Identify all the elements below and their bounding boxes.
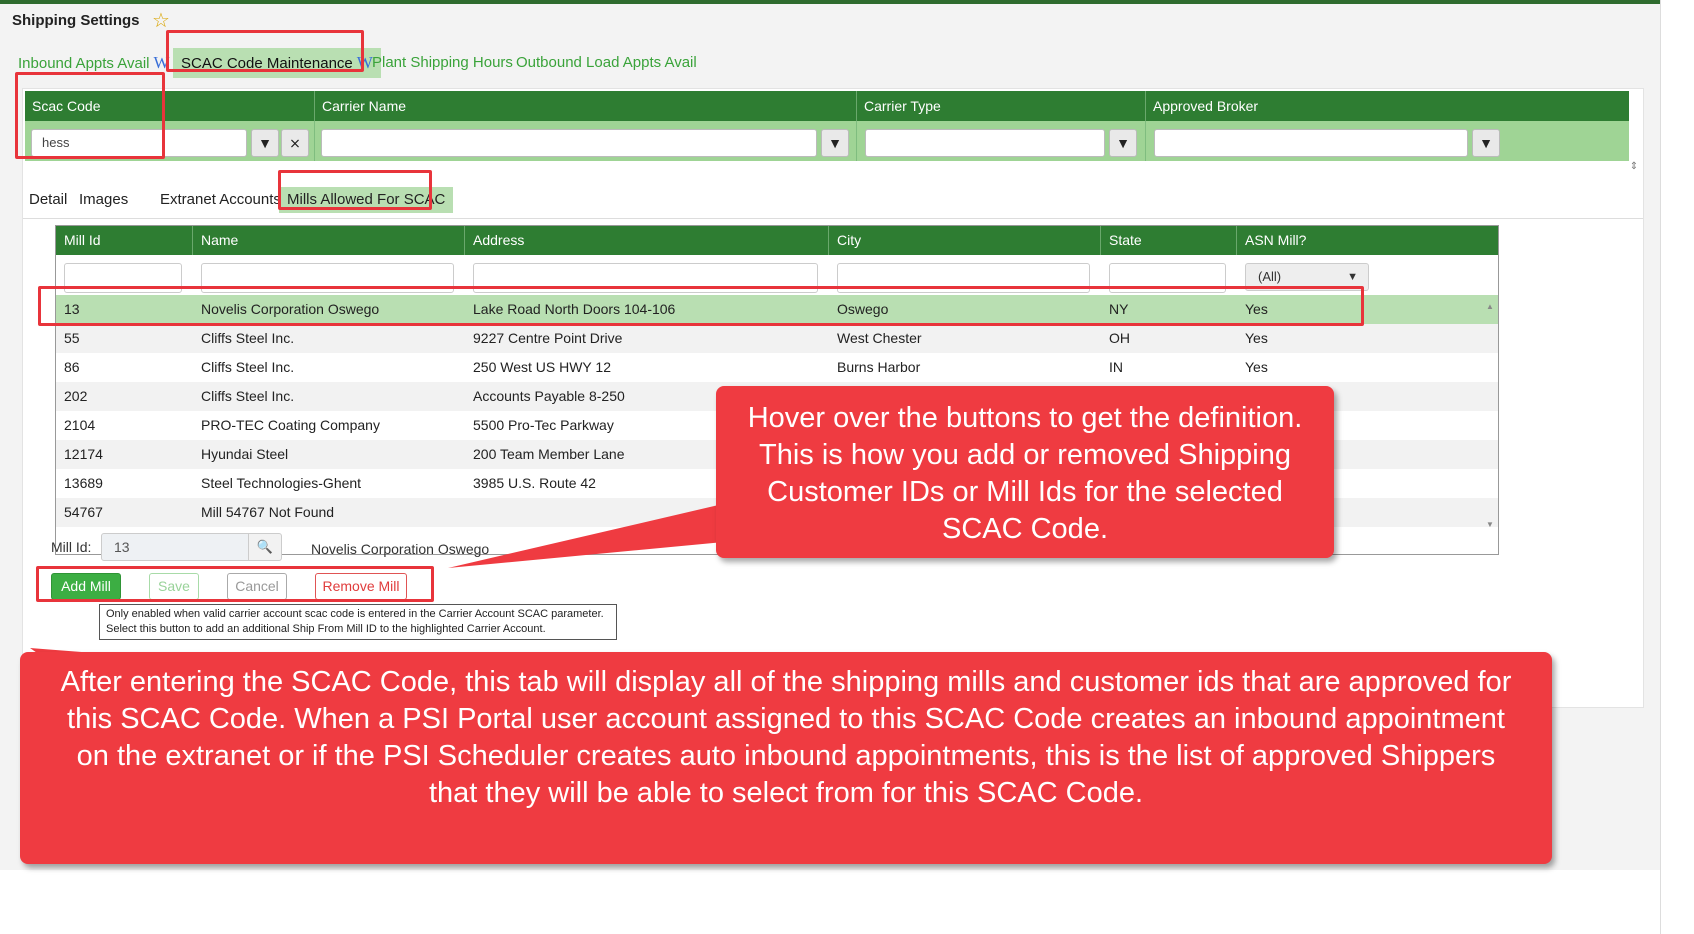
callout-buttons-note: Hover over the buttons to get the defini… [716, 386, 1334, 558]
right-gutter [1660, 0, 1694, 934]
callout-tab-note: After entering the SCAC Code, this tab w… [20, 652, 1552, 864]
